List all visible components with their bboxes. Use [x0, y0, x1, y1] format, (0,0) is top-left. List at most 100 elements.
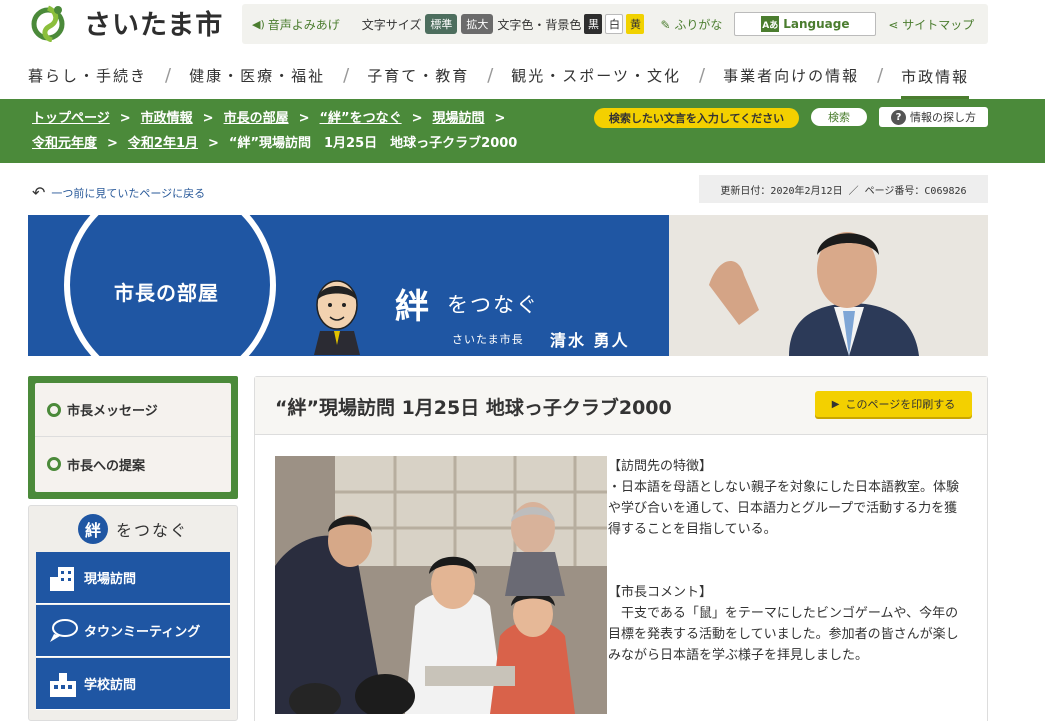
kizuna-item-label: 学校訪問: [84, 678, 137, 693]
logo-text: さいたま市: [84, 9, 224, 41]
kizuna-menu: 絆 をつなぐ 現場訪問 タウンミーティング 学校訪問: [28, 505, 238, 721]
voice-read-button[interactable]: ◀) 音声よみあげ: [252, 16, 340, 33]
kizuna-item-school-visit[interactable]: 学校訪問: [36, 658, 230, 710]
gnav-item-tourism[interactable]: 観光・スポーツ・文化: [511, 65, 681, 86]
color-white-button[interactable]: 白: [605, 14, 624, 34]
menu-item-mayor-message[interactable]: 市長メッセージ: [35, 383, 231, 437]
gnav-item-business[interactable]: 事業者向けの情報: [723, 65, 859, 86]
saitama-logo-icon: [31, 5, 65, 42]
print-button[interactable]: ▶ このページを印刷する: [815, 391, 972, 417]
section-text-comment: 干支である「鼠」をテーマにしたビンゴゲームや、今年の目標を発表する活動をしていま…: [608, 606, 959, 663]
speech-bubble-icon: [48, 618, 78, 644]
furigana-label: ふりがな: [674, 17, 723, 32]
print-button-label: このページを印刷する: [845, 398, 956, 411]
chevron-right-icon: >: [119, 111, 131, 126]
breadcrumb-reiwa1[interactable]: 令和元年度: [32, 136, 97, 151]
circle-bullet-icon: [47, 457, 61, 471]
gnav-separator: /: [698, 64, 706, 86]
page-title: “絆”現場訪問 1月25日 地球っ子クラブ2000: [275, 397, 672, 419]
sitemap-link[interactable]: ⋖ サイトマップ: [888, 16, 974, 33]
back-link-label: 一つ前に見ていたページに戻る: [51, 186, 206, 200]
chevron-right-icon: >: [298, 111, 310, 126]
article-body: 【訪問先の特徴】 ・日本語を母語としない親子を対象にした日本語教室。体験や学び合…: [608, 456, 968, 666]
gnav-item-living[interactable]: 暮らし・手続き: [28, 65, 147, 86]
furigana-button[interactable]: ✎ ふりがな: [660, 16, 722, 33]
kizuna-menu-header: 絆 をつなぐ: [29, 506, 237, 552]
visit-photo: [275, 456, 607, 714]
breadcrumb-site-visit[interactable]: 現場訪問: [433, 111, 485, 126]
chevron-right-icon: >: [107, 136, 118, 151]
font-large-button[interactable]: 拡大: [461, 14, 494, 34]
language-icon: Aあ: [761, 16, 780, 32]
font-standard-button[interactable]: 標準: [425, 14, 458, 34]
article-titlebar: “絆”現場訪問 1月25日 地球っ子クラブ2000 ▶ このページを印刷する: [255, 377, 987, 435]
menu-item-label: 市長への提案: [67, 458, 146, 474]
color-label: 文字色・背景色: [497, 17, 582, 32]
main-content: “絆”現場訪問 1月25日 地球っ子クラブ2000 ▶ このページを印刷する 【…: [254, 376, 988, 721]
chevron-right-icon: >: [208, 136, 219, 151]
banner-mayor-name: 清水 勇人: [550, 331, 630, 350]
kizuna-menu-title: をつなぐ: [115, 521, 188, 540]
breadcrumb-current: “絆”現場訪問 1月25日 地球っ子クラブ2000: [228, 136, 518, 151]
breadcrumb-reiwa2-jan[interactable]: 令和2年1月: [128, 136, 198, 151]
language-label: Language: [783, 17, 850, 31]
search-button[interactable]: 検索: [811, 108, 867, 126]
back-arrow-icon: ↶: [32, 183, 46, 202]
update-info: 更新日付：2020年2月12日 ／ ページ番号：C069826: [699, 175, 988, 203]
breadcrumb-city-admin[interactable]: 市政情報: [141, 111, 193, 126]
mayor-menu: 市長メッセージ 市長への提案: [28, 376, 238, 499]
search-howto-label: 情報の探し方: [910, 111, 976, 124]
mayor-photo: [669, 215, 988, 356]
mayor-photo-figure: [669, 215, 988, 356]
gnav-item-health[interactable]: 健康・医療・福祉: [189, 65, 325, 86]
chevron-right-icon: ▶: [831, 398, 840, 410]
banner-mayor-label: さいたま市長: [452, 333, 524, 346]
kizuna-badge: 絆: [77, 514, 108, 544]
breadcrumb-top[interactable]: トップページ: [32, 111, 110, 126]
site-logo[interactable]: さいたま市: [28, 2, 223, 42]
search-input[interactable]: 検索したい文言を入力してください: [594, 108, 799, 128]
menu-item-label: 市長メッセージ: [67, 404, 158, 419]
pencil-icon: ✎: [660, 17, 671, 32]
sitemap-label: サイトマップ: [902, 17, 975, 32]
font-size-label: 文字サイズ: [361, 17, 422, 32]
school-icon: [48, 671, 78, 697]
mayor-cartoon-image: [314, 280, 360, 355]
chevron-right-icon: >: [411, 111, 423, 126]
breadcrumb: トップページ > 市政情報 > 市長の部屋 > “絆”をつなぐ > 現場訪問 > 令和元年度 > 令和…: [32, 106, 592, 156]
breadcrumb-kizuna[interactable]: “絆”をつなぐ: [320, 111, 402, 126]
kizuna-item-site-visit[interactable]: 現場訪問: [36, 552, 230, 604]
breadcrumb-mayor-room[interactable]: 市長の部屋: [224, 111, 289, 126]
section-heading-features: 【訪問先の特徴】: [608, 459, 713, 474]
gnav-separator: /: [877, 64, 884, 86]
section-text-features: ・日本語を母語としない親子を対象にした日本語教室。体験や学び合いを通して、日本語…: [608, 480, 960, 537]
kizuna-item-label: 現場訪問: [84, 572, 137, 587]
chevron-right-icon: >: [494, 111, 506, 126]
banner-kizuna: 絆: [395, 287, 429, 327]
search-howto-link[interactable]: ? 情報の探し方: [879, 107, 988, 127]
voice-read-label: 音声よみあげ: [267, 17, 340, 32]
question-icon: ?: [891, 109, 906, 125]
section-heading-comment: 【市長コメント】: [608, 585, 713, 600]
menu-item-proposal[interactable]: 市長への提案: [35, 437, 231, 491]
global-nav: 暮らし・手続き / 健康・医療・福祉 / 子育て・教育 / 観光・スポーツ・文化…: [28, 56, 988, 99]
gnav-separator: /: [343, 64, 350, 86]
chevron-right-icon: >: [202, 111, 214, 126]
kizuna-item-label: タウンミーティング: [84, 625, 201, 640]
gnav-separator: /: [487, 64, 494, 86]
visit-photo-scene: [275, 456, 607, 714]
share-icon: ⋖: [888, 17, 899, 32]
circle-bullet-icon: [47, 402, 61, 417]
gnav-separator: /: [165, 64, 172, 86]
back-link[interactable]: ↶ 一つ前に見ていたページに戻る: [32, 183, 205, 202]
language-button[interactable]: Aあ Language: [734, 12, 877, 36]
color-black-button[interactable]: 黒: [584, 14, 603, 34]
kizuna-item-town-meeting[interactable]: タウンミーティング: [36, 605, 230, 657]
gnav-item-city-admin[interactable]: 市政情報: [901, 66, 970, 99]
color-yellow-button[interactable]: 黄: [626, 14, 645, 34]
utility-bar: ◀) 音声よみあげ 文字サイズ 標準 拡大 文字色・背景色 黒 白 黄 ✎ ふり…: [242, 4, 988, 44]
mayor-banner: 市長の部屋 絆 をつなぐ さいたま市長 清水 勇人: [28, 215, 988, 356]
gnav-item-childcare[interactable]: 子育て・教育: [367, 65, 469, 86]
banner-room-title: 市長の部屋: [114, 281, 219, 305]
